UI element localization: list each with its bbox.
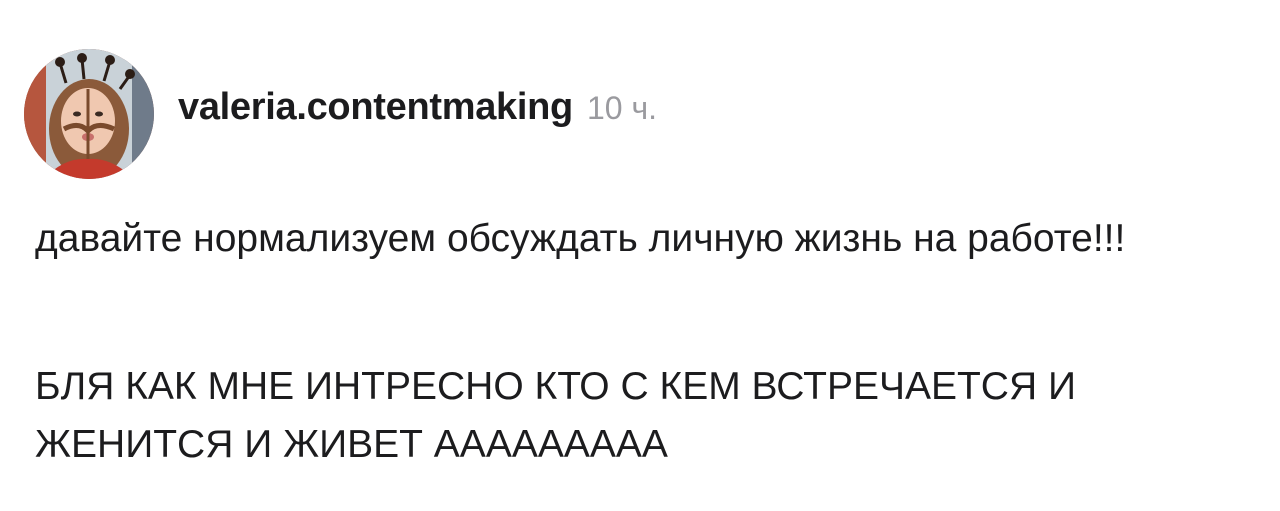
comment-text-paragraph: давайте нормализуем обсуждать личную жиз… <box>35 217 1126 260</box>
username-link[interactable]: valeria.contentmaking <box>178 86 573 129</box>
avatar[interactable] <box>24 49 154 179</box>
comment-header: valeria.contentmaking 10 ч. <box>178 86 657 134</box>
timestamp: 10 ч. <box>586 90 657 126</box>
comment-text-paragraph: БЛЯ КАК МНЕ ИНТРЕСНО КТО С КЕМ ВСТРЕЧАЕТ… <box>35 365 1077 466</box>
avatar-photo-icon <box>24 49 154 179</box>
comment-post: valeria.contentmaking 10 ч. давайте норм… <box>0 0 1280 511</box>
